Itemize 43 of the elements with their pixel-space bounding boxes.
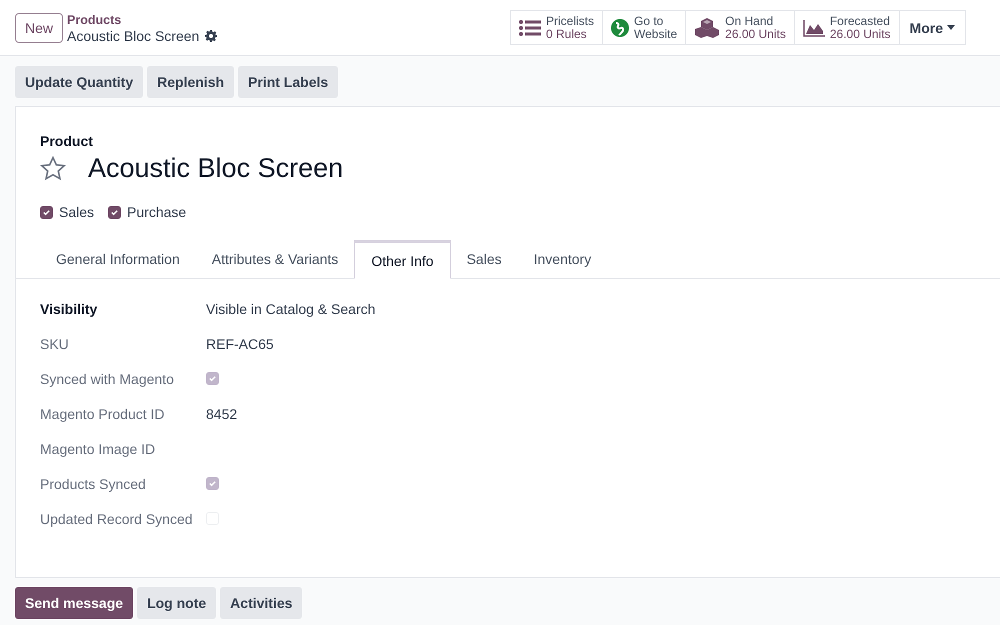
product-name: Acoustic Bloc Screen — [88, 153, 344, 184]
tab[interactable]: Inventory — [518, 240, 608, 278]
checkbox-label: Purchase — [127, 204, 186, 220]
tab[interactable]: Sales — [450, 240, 518, 278]
action-button[interactable]: Replenish — [147, 66, 234, 98]
checkbox[interactable] — [108, 206, 122, 218]
record-title: Acoustic Bloc Screen — [67, 28, 200, 44]
chatter-button[interactable]: Log note — [137, 587, 216, 619]
tab[interactable]: Attributes & Variants — [196, 240, 354, 278]
field-value: 8452 — [206, 406, 238, 422]
field-label: Magento Product ID — [40, 406, 165, 422]
checkbox-label: Sales — [59, 204, 94, 220]
check-icon — [208, 479, 217, 488]
field-label: Visibility — [40, 300, 98, 316]
check-icon — [110, 208, 120, 216]
field-value: REF-AC65 — [206, 336, 274, 352]
field-value: Visible in Catalog & Search — [206, 300, 376, 316]
settings-icon[interactable] — [205, 30, 218, 42]
star-icon[interactable] — [40, 156, 66, 181]
checkbox[interactable] — [206, 372, 219, 385]
cubes-icon — [694, 18, 720, 38]
checkbox[interactable] — [40, 206, 53, 218]
field-label: SKU — [40, 336, 69, 352]
tab[interactable]: General Information — [40, 240, 196, 278]
field-label: Updated Record Synced — [40, 510, 193, 526]
globe-icon — [611, 18, 629, 36]
action-button[interactable]: Update Quantity — [15, 66, 144, 98]
breadcrumb-link[interactable]: Products — [67, 12, 218, 28]
area-chart-icon — [802, 18, 825, 36]
field-caption: Product — [40, 133, 94, 149]
chatter-button[interactable]: Activities — [220, 587, 302, 619]
check-icon — [42, 208, 51, 216]
check-icon — [208, 374, 217, 383]
list-icon — [518, 18, 541, 36]
caret-icon — [947, 25, 955, 30]
action-button[interactable]: Print Labels — [238, 66, 338, 98]
new-button[interactable]: New — [15, 12, 64, 42]
tab[interactable]: Other Info — [354, 240, 451, 279]
field-label: Magento Image ID — [40, 440, 156, 456]
checkbox[interactable] — [206, 477, 219, 490]
field-label: Products Synced — [40, 476, 146, 492]
chatter-button[interactable]: Send message — [15, 587, 134, 619]
field-label: Synced with Magento — [40, 370, 174, 386]
